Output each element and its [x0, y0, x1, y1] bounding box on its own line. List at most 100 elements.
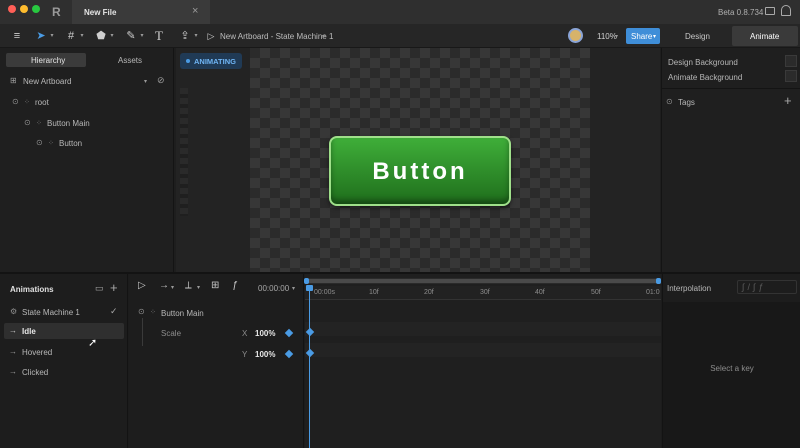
stage-canvas[interactable]: Button: [250, 48, 590, 272]
tab-animate-label: Animate: [750, 32, 780, 41]
title-bar: R New File × Beta 0.8.734: [0, 0, 800, 24]
list-item-idle[interactable]: → Idle: [4, 323, 124, 339]
group-node-icon: ⁘: [150, 309, 156, 316]
snap-icon[interactable]: ⟂: [185, 280, 192, 291]
hide-icon[interactable]: ⊘: [157, 75, 165, 86]
folder-icon[interactable]: ▭: [95, 283, 104, 294]
expand-icon[interactable]: ⊙: [36, 138, 43, 147]
scale-x-value[interactable]: 100%: [255, 329, 275, 338]
chevron-down-icon[interactable]: ▾: [197, 284, 200, 291]
track-row-scale-y: [305, 343, 661, 357]
list-item-hovered[interactable]: → Hovered: [4, 344, 124, 360]
share-button[interactable]: Share ▾: [626, 28, 660, 44]
empty-state-text: Select a key: [710, 364, 754, 373]
animation-label: Idle: [22, 327, 36, 336]
chevron-down-icon[interactable]: ▾: [189, 29, 203, 43]
playhead[interactable]: [309, 286, 310, 448]
tree-item-button[interactable]: Button: [59, 139, 82, 148]
artboard-chevron-icon[interactable]: ▾: [144, 78, 147, 85]
keyframe-toggle-icon[interactable]: [284, 349, 294, 359]
animate-background-swatch[interactable]: [785, 70, 797, 82]
time-tick: 20f: [424, 289, 434, 296]
scale-y-value[interactable]: 100%: [255, 350, 275, 359]
interpolation-custom-icon[interactable]: ƒ: [758, 282, 766, 292]
expand-icon[interactable]: ⊙: [138, 307, 145, 316]
timeline-object-name[interactable]: Button Main: [161, 309, 204, 318]
notification-bell-icon[interactable]: [781, 5, 791, 16]
close-tab-icon[interactable]: ×: [192, 5, 198, 17]
timeline-tracks[interactable]: 00:00s 10f 20f 30f 40f 50f 01:0: [304, 274, 661, 448]
zoom-chevron-icon[interactable]: ▾: [615, 33, 618, 40]
feedback-icon[interactable]: [765, 7, 775, 15]
artboard-icon: ⊞: [10, 76, 17, 85]
chevron-down-icon[interactable]: ▾: [292, 285, 295, 292]
tree-connector: [142, 318, 143, 346]
shape-node-icon: ⁘: [48, 140, 54, 147]
close-window-button[interactable]: [8, 5, 16, 13]
expand-icon[interactable]: ⊙: [24, 118, 31, 127]
curve-editor: Select a key: [663, 302, 800, 448]
range-end-handle[interactable]: [656, 278, 661, 284]
timeline-scrollbar[interactable]: [304, 278, 661, 284]
playhead-handle[interactable]: [306, 285, 313, 291]
animation-arrow-icon: →: [9, 347, 17, 356]
text-tool-icon[interactable]: T: [152, 29, 166, 43]
chevron-down-icon[interactable]: ▾: [171, 284, 174, 291]
chevron-down-icon[interactable]: ▾: [105, 29, 119, 43]
x-axis-label: X: [242, 329, 248, 338]
state-machine-icon: ⚙: [10, 307, 18, 316]
tab-hierarchy[interactable]: Hierarchy: [6, 53, 86, 67]
timeline-scroll-thumb[interactable]: [305, 279, 659, 283]
zoom-level[interactable]: 110%: [597, 32, 617, 41]
chevron-down-icon[interactable]: ▾: [45, 29, 59, 43]
keyframe-toggle-icon[interactable]: [284, 328, 294, 338]
loop-mode-icon[interactable]: →: [159, 280, 169, 291]
tab-design-label: Design: [685, 32, 710, 41]
time-tick: 00:00s: [314, 289, 336, 296]
chevron-down-icon[interactable]: ▾: [75, 29, 89, 43]
keyframe-tool-icon[interactable]: ⊞: [211, 280, 219, 291]
tree-item-root[interactable]: root: [35, 98, 49, 107]
avatar[interactable]: [568, 28, 583, 43]
range-start-handle[interactable]: [304, 278, 309, 284]
breadcrumb[interactable]: New Artboard - State Machine 1: [220, 32, 333, 41]
animate-background-label: Animate Background: [668, 73, 743, 82]
design-background-swatch[interactable]: [785, 55, 797, 67]
hierarchy-panel: Hierarchy Assets ⊞ New Artboard ▾ ⊘ ⊙ ⁘ …: [0, 48, 174, 272]
time-ruler[interactable]: 00:00s 10f 20f 30f 40f 50f 01:0: [305, 286, 661, 300]
play-icon[interactable]: ▷: [204, 29, 218, 43]
breadcrumb-chevron-icon[interactable]: ▾: [322, 33, 325, 40]
minimize-window-button[interactable]: [20, 5, 28, 13]
expand-icon[interactable]: ⊙: [666, 97, 673, 106]
toolbar: ≡ ➤ ▾ # ▾ ⬟ ▾ ✎ ▾ T ⇪ ▾ ▷ New Artboard -…: [0, 24, 800, 48]
expand-icon[interactable]: ⊙: [12, 97, 19, 106]
list-item-state-machine[interactable]: ⚙ State Machine 1 ✓: [4, 304, 124, 320]
tab-assets-label: Assets: [118, 56, 143, 65]
animation-label: State Machine 1: [22, 308, 80, 317]
mouse-cursor-icon: ➚: [88, 337, 98, 349]
root-node-icon: ⁘: [24, 99, 30, 106]
tab-design[interactable]: Design: [665, 26, 729, 46]
tree-item-button-main[interactable]: Button Main: [47, 119, 90, 128]
play-icon[interactable]: ▷: [138, 280, 146, 291]
version-label: Beta 0.8.734: [718, 8, 764, 17]
list-item-clicked[interactable]: → Clicked: [4, 364, 124, 380]
time-readout[interactable]: 00:00:00: [258, 284, 289, 293]
file-tab[interactable]: New File ×: [72, 0, 210, 24]
add-tag-icon[interactable]: +: [784, 93, 792, 108]
tab-assets[interactable]: Assets: [88, 53, 168, 67]
button-shape[interactable]: Button: [329, 136, 511, 206]
menu-icon[interactable]: ≡: [10, 29, 24, 43]
add-animation-icon[interactable]: +: [110, 280, 118, 295]
curve-icon[interactable]: ƒ: [232, 280, 238, 291]
divider: [662, 88, 800, 89]
tab-animate[interactable]: Animate: [732, 26, 798, 46]
animation-arrow-icon: →: [9, 326, 17, 335]
file-tab-title: New File: [84, 8, 117, 17]
maximize-window-button[interactable]: [32, 5, 40, 13]
rive-logo-icon[interactable]: R: [52, 5, 61, 19]
artboard-name[interactable]: New Artboard: [23, 77, 71, 86]
status-badge: ANIMATING: [180, 53, 242, 69]
chevron-down-icon[interactable]: ▾: [135, 29, 149, 43]
animations-list: Animations ▭ + ⚙ State Machine 1 ✓ → Idl…: [0, 274, 128, 448]
